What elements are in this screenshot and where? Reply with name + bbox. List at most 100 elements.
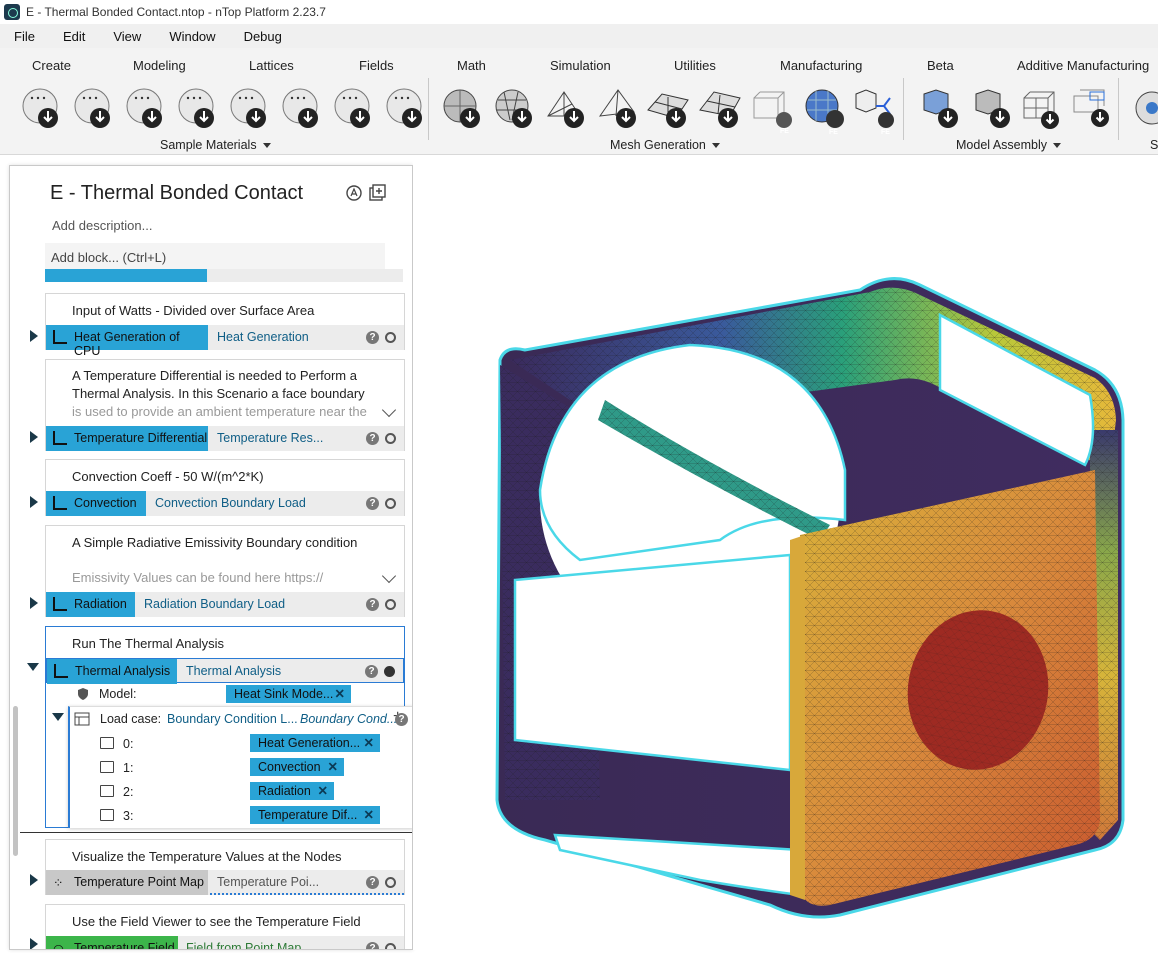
sample-material-icon[interactable]	[278, 86, 324, 132]
surface-mesh-icon[interactable]	[492, 86, 538, 132]
help-icon[interactable]: ?	[395, 713, 408, 726]
beam-model-icon[interactable]	[1020, 86, 1066, 132]
solid-model-icon[interactable]	[918, 86, 964, 132]
block-row[interactable]: Heat Generation of CPU Heat Generation ?	[46, 325, 404, 358]
visibility-toggle[interactable]	[385, 943, 396, 949]
tab-utilities[interactable]: Utilities	[674, 58, 716, 73]
expand-arrow-icon[interactable]	[30, 938, 38, 949]
block-note[interactable]: Emissivity Values can be found here http…	[72, 569, 323, 587]
quad-mesh-icon[interactable]	[646, 86, 692, 132]
tab-lattices[interactable]: Lattices	[249, 58, 294, 73]
expand-arrow-icon[interactable]	[30, 874, 38, 886]
visibility-toggle[interactable]	[384, 666, 395, 677]
fe-split-icon[interactable]	[852, 86, 898, 132]
tab-modeling[interactable]: Modeling	[133, 58, 186, 73]
menu-file[interactable]: File	[0, 29, 49, 44]
block-name[interactable]: Heat Generation of CPU	[46, 325, 208, 358]
visibility-toggle[interactable]	[385, 877, 396, 888]
chevron-down-icon[interactable]	[381, 568, 397, 584]
collapse-arrow-icon[interactable]	[27, 663, 39, 671]
visibility-toggle[interactable]	[385, 599, 396, 610]
block-note[interactable]: Visualize the Temperature Values at the …	[72, 848, 342, 866]
help-icon[interactable]: ?	[366, 598, 379, 611]
tab-create[interactable]: Create	[32, 58, 71, 73]
visibility-toggle[interactable]	[385, 332, 396, 343]
expand-arrow-icon[interactable]	[30, 496, 38, 508]
simulation-icon[interactable]	[1130, 86, 1158, 132]
group-mesh-generation[interactable]: Mesh Generation	[610, 138, 720, 152]
remove-icon[interactable]: ✕	[335, 686, 345, 701]
load-case-item-chip[interactable]: Temperature Dif... ✕	[250, 806, 380, 824]
help-icon[interactable]: ?	[366, 497, 379, 510]
tab-simulation[interactable]: Simulation	[550, 58, 611, 73]
3d-viewport[interactable]	[413, 155, 1158, 950]
heat-sink-model-render[interactable]	[413, 155, 1158, 950]
sample-material-icon[interactable]	[382, 86, 428, 132]
group-cutoff[interactable]: S	[1150, 138, 1158, 152]
expand-arrow-icon[interactable]	[30, 330, 38, 342]
tab-math[interactable]: Math	[457, 58, 486, 73]
help-icon[interactable]: ?	[366, 876, 379, 889]
visibility-toggle[interactable]	[385, 433, 396, 444]
chevron-down-icon[interactable]	[381, 402, 397, 418]
add-to-library-icon[interactable]	[368, 184, 386, 202]
collapse-arrow-icon[interactable]	[52, 713, 64, 721]
block-row[interactable]: Radiation Radiation Boundary Load ?	[46, 592, 404, 617]
description-input[interactable]: Add description...	[52, 218, 152, 233]
group-model-assembly[interactable]: Model Assembly	[956, 138, 1062, 152]
group-sample-materials[interactable]: Sample Materials	[160, 138, 271, 152]
block-row[interactable]: Temperature Differential Temperature Res…	[46, 426, 404, 451]
block-note[interactable]: Use the Field Viewer to see the Temperat…	[72, 913, 361, 931]
load-case-value[interactable]: Boundary Condition L...	[167, 712, 298, 726]
sample-material-icon[interactable]	[330, 86, 376, 132]
block-note[interactable]: Thermal Analysis. In this Scenario a fac…	[72, 385, 365, 403]
block-name[interactable]: ⁘ Temperature Point Map	[46, 870, 208, 895]
tab-beta[interactable]: Beta	[927, 58, 954, 73]
tab-fields[interactable]: Fields	[359, 58, 394, 73]
menu-view[interactable]: View	[99, 29, 155, 44]
block-note[interactable]: A Temperature Differential is needed to …	[72, 367, 357, 385]
block-note[interactable]: Run The Thermal Analysis	[72, 635, 224, 653]
block-row[interactable]: ◠ Temperature Field Field from Point Map …	[46, 936, 404, 949]
tab-manufacturing[interactable]: Manufacturing	[780, 58, 862, 73]
auto-rename-icon[interactable]	[345, 184, 363, 202]
help-icon[interactable]: ?	[366, 331, 379, 344]
sample-material-icon[interactable]	[18, 86, 64, 132]
mesh-from-solid-icon[interactable]	[440, 86, 486, 132]
load-case-item-chip[interactable]: Radiation ✕	[250, 782, 334, 800]
block-name[interactable]: Thermal Analysis	[47, 659, 177, 684]
load-case-item-chip[interactable]: Heat Generation... ✕	[250, 734, 380, 752]
add-block-input[interactable]: Add block... (Ctrl+L)	[45, 243, 385, 269]
sample-material-icon[interactable]	[174, 86, 220, 132]
remove-icon[interactable]: ✕	[364, 807, 374, 822]
shell-model-icon[interactable]	[970, 86, 1016, 132]
notebook-title[interactable]: E - Thermal Bonded Contact	[50, 182, 303, 205]
menu-edit[interactable]: Edit	[49, 29, 99, 44]
remove-icon[interactable]: ✕	[364, 735, 374, 750]
fe-volume-mesh-icon[interactable]	[750, 86, 796, 132]
block-note[interactable]: is used to provide an ambient temperatur…	[72, 403, 367, 421]
fe-surface-mesh-icon[interactable]	[802, 86, 848, 132]
sample-material-icon[interactable]	[70, 86, 116, 132]
block-row[interactable]: ⁘ Temperature Point Map Temperature Poi..…	[46, 870, 404, 895]
remove-icon[interactable]: ✕	[328, 759, 338, 774]
sample-material-icon[interactable]	[226, 86, 272, 132]
sample-material-icon[interactable]	[122, 86, 168, 132]
block-name[interactable]: Radiation	[46, 592, 135, 617]
block-note[interactable]: Input of Watts - Divided over Surface Ar…	[72, 302, 314, 320]
load-case-item-chip[interactable]: Convection ✕	[250, 758, 344, 776]
help-icon[interactable]: ?	[366, 432, 379, 445]
block-name[interactable]: ◠ Temperature Field	[46, 936, 178, 949]
menu-window[interactable]: Window	[155, 29, 229, 44]
block-row[interactable]: Thermal Analysis Thermal Analysis ?	[46, 658, 404, 684]
block-note[interactable]: Convection Coeff - 50 W/(m^2*K)	[72, 468, 264, 486]
tet-mesh-icon[interactable]	[596, 86, 642, 132]
lattice-model-icon[interactable]	[1070, 86, 1116, 132]
block-note[interactable]: A Simple Radiative Emissivity Boundary c…	[72, 534, 357, 552]
remesh-icon[interactable]	[698, 86, 744, 132]
block-name[interactable]: Convection	[46, 491, 146, 516]
tab-additive-manufacturing[interactable]: Additive Manufacturing	[1017, 58, 1149, 73]
remove-icon[interactable]: ✕	[318, 783, 328, 798]
expand-arrow-icon[interactable]	[30, 431, 38, 443]
expand-arrow-icon[interactable]	[30, 597, 38, 609]
